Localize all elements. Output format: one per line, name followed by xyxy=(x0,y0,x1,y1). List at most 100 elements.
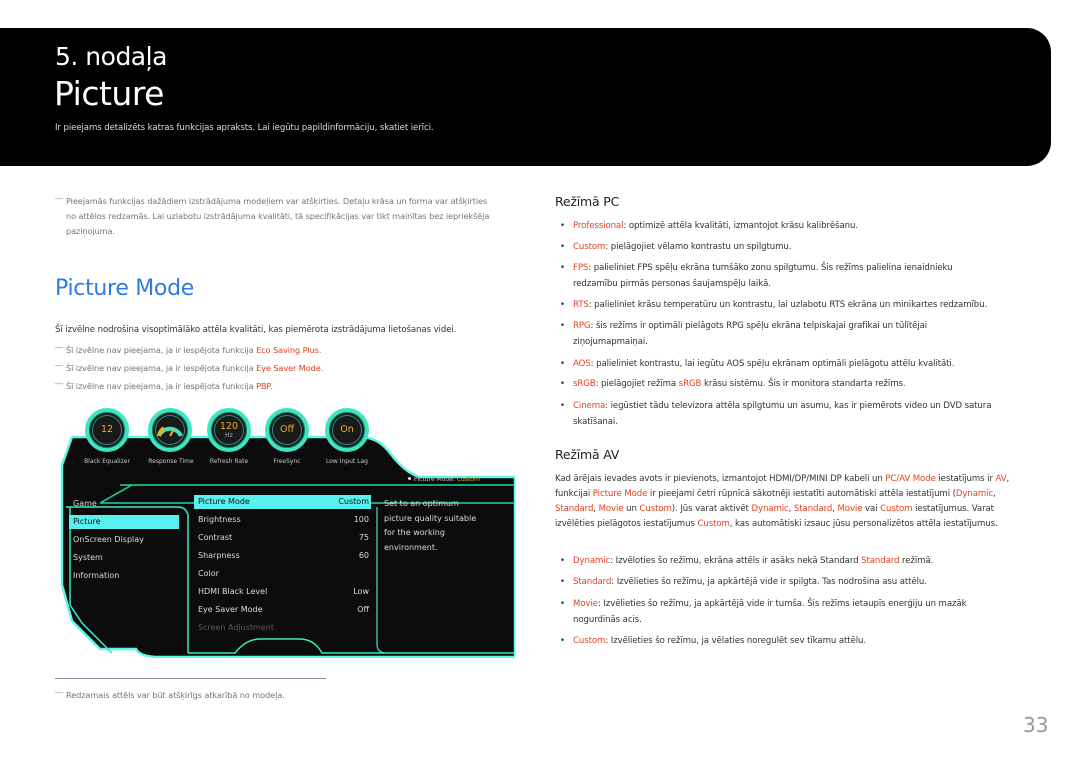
freesync-dial[interactable]: Off xyxy=(265,408,309,452)
mode-desc: : šis režīms ir optimāli pielāgots RPG s… xyxy=(590,321,928,331)
mode-desc: : Izvēlieties šo režīmu, ja apkārtējā vi… xyxy=(597,599,967,609)
mode-desc: krāsu sistēmu. Šis ir monitora standarta… xyxy=(701,379,906,389)
category-label: OnScreen Display xyxy=(73,535,144,544)
osd-category-onscreen-display[interactable]: OnScreen Display xyxy=(69,533,179,547)
mode-term: Dynamic xyxy=(573,556,611,566)
mode-desc: ziņojumapmaiņai. xyxy=(573,337,648,347)
mode-desc: : pielāgojiet vēlamo kontrastu un spilgt… xyxy=(605,242,792,252)
dial-value: 120 xyxy=(219,420,239,432)
restriction-note: ― Šī izvēlne nav pieejama, ja ir iespējo… xyxy=(55,378,273,394)
note-line: no attēlos redzamās. Lai uzlabotu izstrā… xyxy=(66,211,490,221)
osd-setting-contrast[interactable]: Contrast 75 xyxy=(194,531,371,545)
black-equalizer-dial[interactable]: 12 xyxy=(85,408,129,452)
setting-term: Custom xyxy=(639,504,672,514)
paragraph-text: un xyxy=(623,504,640,514)
osd-category-information[interactable]: Information xyxy=(69,569,179,583)
note-dash: ― xyxy=(55,342,64,352)
chapter-number: 5. nodaļa xyxy=(55,42,167,71)
dial-label: Low Input Lag xyxy=(326,458,368,465)
mode-term: RTS xyxy=(573,300,589,310)
osd-setting-hdmi-black-level[interactable]: HDMI Black Level Low xyxy=(194,585,371,599)
mode-term: AOS xyxy=(573,359,591,369)
bullet-icon: • xyxy=(560,379,565,389)
note-suffix: . xyxy=(318,345,322,355)
mode-term-inline: Standard xyxy=(861,556,900,566)
paragraph-text: , kas automātiski izsauc jūsu personaliz… xyxy=(729,519,998,529)
setting-term: Dynamic xyxy=(751,504,789,514)
dial-value: Off xyxy=(279,424,295,435)
setting-label: Color xyxy=(198,569,219,578)
list-item: • Standard: Izvēlieties šo režīmu, ja apk… xyxy=(560,574,1030,590)
list-item: • FPS: palieliniet FPS spēļu ekrāna tumšā… xyxy=(560,260,1030,292)
low-input-lag-dial[interactable]: On xyxy=(325,408,369,452)
bullet-icon: • xyxy=(560,300,565,310)
page-number: 33 xyxy=(1023,713,1049,737)
function-link[interactable]: Eye Saver Mode xyxy=(256,363,321,373)
function-link[interactable]: PBP xyxy=(256,381,270,391)
mode-term-inline: sRGB xyxy=(678,379,702,389)
category-label: Information xyxy=(73,571,120,580)
pc-mode-heading: Režīmā PC xyxy=(555,194,620,209)
osd-setting-picture-mode[interactable]: Picture Mode Custom xyxy=(194,495,371,509)
setting-label: Brightness xyxy=(198,515,241,524)
description-line: for the working xyxy=(384,528,445,537)
mode-term: Custom xyxy=(573,636,606,646)
chapter-header: 5. nodaļa Picture Ir pieejams detalizēts… xyxy=(0,28,1051,166)
mode-term: RPG xyxy=(573,321,591,331)
mode-desc: redzamību pirmās personas šaujamspēļu la… xyxy=(573,279,771,289)
list-item: • RPG: šis režīms ir optimāli pielāgots R… xyxy=(560,318,1030,350)
paragraph-text: , xyxy=(993,489,996,499)
setting-term: Custom xyxy=(697,519,730,529)
mode-term: Professional xyxy=(573,221,624,231)
mode-desc: nogurdinās acis. xyxy=(573,615,642,625)
paragraph-text: ir pieejami četri rūpnīcā sākotnēji iest… xyxy=(647,489,956,499)
dial-value: On xyxy=(340,424,354,435)
setting-term: Standard xyxy=(555,504,594,514)
description-line: environment. xyxy=(384,542,438,552)
setting-value: Off xyxy=(357,605,369,614)
bullet-icon: • xyxy=(560,401,565,411)
list-item: • Movie: Izvēlieties šo režīmu, ja apkārt… xyxy=(560,596,1030,628)
mode-desc: : Izvēlieties šo režīmu, ja vēlaties nor… xyxy=(605,636,866,646)
setting-value: 100 xyxy=(353,515,369,524)
picture-mode-status: Picture Mode: Custom xyxy=(408,476,480,483)
osd-setting-eye-saver-mode[interactable]: Eye Saver Mode Off xyxy=(194,603,371,617)
bullet-icon: • xyxy=(560,556,565,566)
bullet-icon: • xyxy=(560,263,565,273)
restriction-note: ― Šī izvēlne nav pieejama, ja ir iespējo… xyxy=(55,342,322,358)
list-item: • Dynamic: Izvēloties šo režīmu, ekrāna a… xyxy=(560,553,1030,569)
av-mode-paragraph: Kad ārējais ievades avots ir pievienots,… xyxy=(555,472,1030,532)
note-suffix: . xyxy=(269,381,273,391)
bullet-icon: • xyxy=(560,636,565,646)
osd-category-system[interactable]: System xyxy=(69,551,179,565)
osd-category-picture[interactable]: Picture xyxy=(69,515,179,529)
response-time-dial[interactable] xyxy=(148,408,192,452)
osd-setting-brightness[interactable]: Brightness 100 xyxy=(194,513,371,527)
mode-desc: : pielāgojiet režīma xyxy=(595,379,679,389)
list-item: • Custom: pielāgojiet vēlamo kontrastu un… xyxy=(560,239,1030,255)
dial-value: 12 xyxy=(100,424,114,435)
description-line: picture quality suitable xyxy=(384,513,477,523)
osd-screenshot: 12 Black Equalizer Response Time 120 Hz … xyxy=(60,405,515,658)
osd-setting-color[interactable]: Color xyxy=(194,567,371,581)
bullet-icon: • xyxy=(560,221,565,231)
mode-desc: režīmā. xyxy=(899,556,934,566)
setting-value: Low xyxy=(353,587,369,596)
status-value: Custom xyxy=(456,476,480,483)
osd-setting-sharpness[interactable]: Sharpness 60 xyxy=(194,549,371,563)
paragraph-text: ). Jūs varat aktivēt xyxy=(671,504,752,514)
refresh-rate-dial[interactable]: 120 Hz xyxy=(207,408,251,452)
bullet-icon: • xyxy=(560,242,565,252)
setting-label: Screen Adjustment xyxy=(198,623,274,632)
mode-desc: : optimizē attēla kvalitāti, izmantojot … xyxy=(623,221,858,231)
mode-desc: : iegūstiet tādu televizora attēla spilg… xyxy=(605,401,992,411)
list-item: • RTS: palieliniet krāsu temperatūru un k… xyxy=(560,297,1030,313)
av-mode-heading: Režīmā AV xyxy=(555,447,620,462)
osd-category-game[interactable]: Game xyxy=(69,497,179,511)
setting-term: PC/AV Mode xyxy=(885,474,936,484)
function-link[interactable]: Eco Saving Plus xyxy=(256,345,319,355)
paragraph-text: iestatījums ir xyxy=(935,474,996,484)
category-label: Picture xyxy=(73,517,101,526)
dial-unit: Hz xyxy=(225,431,233,439)
note-line: Pieejamās funkcijas dažādiem izstrādājum… xyxy=(66,196,488,206)
